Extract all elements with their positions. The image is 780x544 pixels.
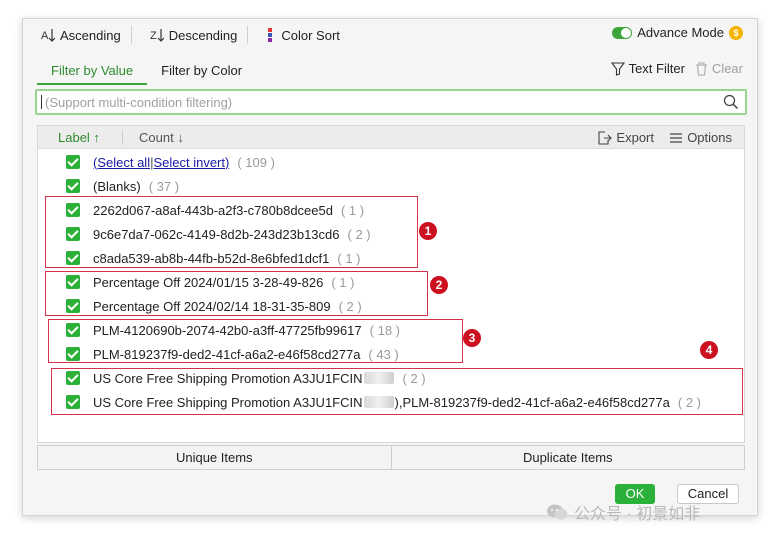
arrow-down-icon: ↓ [173, 130, 184, 145]
search-input[interactable] [37, 91, 717, 113]
watermark: 公众号 · 初景如非 [546, 500, 700, 524]
count-header-text: Count [139, 130, 174, 145]
checkbox[interactable] [66, 179, 80, 193]
annotation-box [45, 196, 418, 268]
advance-mode[interactable]: Advance Mode $ [612, 25, 743, 40]
funnel-icon [610, 61, 625, 76]
toolbar-divider [247, 26, 249, 44]
descending-button[interactable]: Z Descending [144, 23, 244, 47]
ascending-label: Ascending [60, 27, 121, 43]
unique-items-button[interactable]: Unique Items [38, 446, 391, 469]
text-filter-button[interactable]: Text Filter [610, 61, 685, 76]
annotation-box [48, 319, 463, 363]
item-count: ( 109 ) [237, 154, 275, 170]
item-label: (Blanks) [93, 178, 141, 194]
filter-tabs: Filter by Value Filter by Color [37, 59, 256, 85]
arrow-up-icon: ↑ [89, 130, 100, 145]
annotation-box [45, 271, 428, 316]
color-sort-icon [268, 28, 273, 42]
annotation-marker: 1 [419, 222, 437, 240]
item-mode-switch: Unique Items Duplicate Items [37, 445, 745, 470]
annotation-marker: 4 [700, 341, 718, 359]
duplicate-items-button[interactable]: Duplicate Items [390, 446, 745, 469]
export-label: Export [616, 130, 654, 145]
annotation-marker: 2 [430, 276, 448, 294]
list-item[interactable]: (Blanks) ( 37 ) [38, 174, 179, 198]
sort-ascending-icon: A [41, 29, 55, 42]
select-all-link[interactable]: (Select all [93, 155, 150, 170]
annotation-marker: 3 [463, 329, 481, 347]
select-invert-link[interactable]: Select invert) [153, 155, 229, 170]
tab-filter-by-color[interactable]: Filter by Color [147, 59, 256, 85]
svg-text:A: A [41, 30, 49, 42]
options-label: Options [687, 130, 732, 145]
export-icon [598, 130, 613, 145]
trash-icon [695, 61, 707, 76]
search-box [35, 89, 747, 115]
toolbar-divider [130, 26, 132, 44]
search-icon[interactable] [723, 94, 739, 110]
wechat-icon [547, 504, 568, 520]
list-header: Label ↑ Count ↓ Export Options [38, 126, 744, 149]
sort-descending-icon: Z [150, 29, 164, 42]
premium-coin-icon: $ [729, 25, 743, 40]
options-button[interactable]: Options [669, 130, 732, 145]
advance-mode-toggle[interactable] [612, 26, 633, 39]
menu-icon [670, 132, 683, 143]
label-header-text: Label [58, 130, 90, 145]
annotation-box [51, 368, 743, 415]
color-sort-label: Color Sort [281, 27, 340, 43]
checkbox[interactable] [66, 155, 80, 169]
item-count: ( 37 ) [148, 178, 180, 194]
descending-label: Descending [168, 27, 238, 43]
tab-filter-by-value[interactable]: Filter by Value [37, 59, 148, 85]
export-button[interactable]: Export [597, 130, 654, 145]
count-sort-header[interactable]: Count ↓ [139, 130, 184, 145]
color-sort-button[interactable]: Color Sort [260, 23, 346, 47]
ascending-button[interactable]: A Ascending [35, 23, 127, 47]
label-sort-header[interactable]: Label ↑ [58, 130, 100, 145]
header-divider [122, 130, 123, 145]
text-filter-label: Text Filter [628, 61, 685, 76]
svg-text:Z: Z [150, 30, 157, 42]
advance-mode-label: Advance Mode [637, 25, 724, 40]
clear-button[interactable]: Clear [695, 61, 743, 76]
watermark-text: 公众号 · 初景如非 [574, 506, 701, 523]
text-caret [41, 95, 42, 109]
toolbar: A Ascending Z Descending Color Sort Adva… [23, 19, 757, 51]
clear-label: Clear [711, 61, 743, 76]
list-item-select-all[interactable]: (Select all | Select invert) ( 109 ) [38, 150, 275, 174]
filter-actions: Text Filter Clear [610, 61, 743, 76]
